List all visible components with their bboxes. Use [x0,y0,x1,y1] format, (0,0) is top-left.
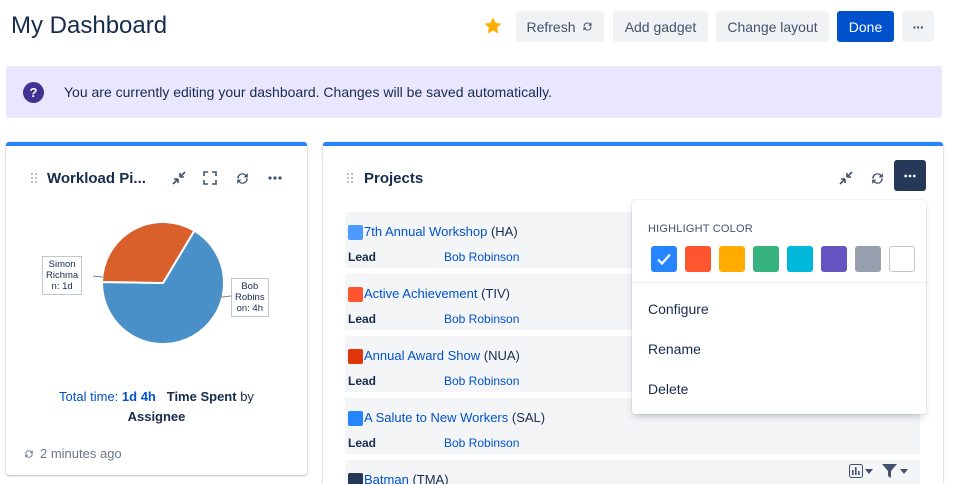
refresh-gadget-icon[interactable] [866,167,888,189]
last-updated-text: 2 minutes ago [40,446,122,461]
total-time-line: Total time: 1d 4h Time Spent by [6,389,307,404]
dropdown-divider [632,282,926,283]
project-key: (NUA) [483,348,520,363]
lead-label: Lead [348,436,377,450]
chevron-down-icon[interactable] [900,469,908,474]
lead-name-link[interactable]: Bob Robinson [444,374,519,388]
banner-text: You are currently editing your dashboard… [64,84,552,100]
checkmark-icon [657,253,671,266]
pie-label-line: Simon [48,259,76,270]
gadget-options-dropdown: HIGHLIGHT COLOR Configure Rename Delete [632,200,926,414]
drag-handle-icon[interactable] [347,173,353,183]
project-name-link[interactable]: Annual Award Show (NUA) [364,348,520,363]
time-spent-label: Time Spent [166,389,237,404]
color-swatch-teal[interactable] [787,246,813,272]
change-layout-button[interactable]: Change layout [716,11,829,42]
workload-pie-gadget: Workload Pi... Simon Richma n: 1d Bob Ro… [6,142,307,475]
projects-gadget-title: Projects [364,170,424,187]
project-avatar-icon [348,473,363,484]
lead-label: Lead [348,312,377,326]
project-key: (TIV) [481,286,510,301]
project-name[interactable]: Batman [364,472,409,484]
chart-icon[interactable] [849,464,863,478]
refresh-button[interactable]: Refresh [516,11,604,42]
refresh-icon [582,22,592,31]
lead-name-link[interactable]: Bob Robinson [444,312,519,326]
chevron-down-icon[interactable] [865,469,873,474]
editing-banner: ? You are currently editing your dashboa… [6,66,942,118]
gadget-more-button-active[interactable] [894,160,926,191]
add-gadget-button[interactable]: Add gadget [613,11,708,42]
project-avatar-icon [348,349,363,364]
pie-label-line: n: 1d [51,281,73,292]
project-key: (HA) [490,224,518,239]
highlight-color-heading: HIGHLIGHT COLOR [648,223,753,235]
project-name[interactable]: Annual Award Show [364,348,480,363]
lead-label: Lead [348,374,377,388]
menu-item-delete[interactable]: Delete [648,381,688,397]
project-key: (SAL) [511,410,546,425]
project-avatar-icon [348,411,363,426]
project-name-link[interactable]: 7th Annual Workshop (HA) [364,224,518,239]
pie-label-line: Richma [46,270,79,281]
pie-label-line: Bob [241,281,259,292]
refresh-button-label: Refresh [526,18,576,35]
project-key: (TMA) [412,472,449,484]
color-swatch-yellow[interactable] [719,246,745,272]
color-swatch-green[interactable] [753,246,779,272]
project-name-link[interactable]: A Salute to New Workers (SAL) [364,410,545,425]
minimize-icon[interactable] [835,167,857,189]
color-swatch-red[interactable] [685,246,711,272]
by-label: by [240,389,254,404]
pie-label-bob: Bob Robins on: 4h [231,278,269,317]
done-button[interactable]: Done [837,11,894,42]
project-name-link[interactable]: Active Achievement (TIV) [364,286,510,301]
project-name[interactable]: 7th Annual Workshop [364,224,487,239]
color-swatch-blue[interactable] [651,246,677,272]
lead-name-link[interactable]: Bob Robinson [444,436,519,450]
color-swatch-purple[interactable] [821,246,847,272]
total-time-label: Total time: [59,389,119,404]
pie-label-line: on: 4h [236,303,263,314]
lead-label: Lead [348,250,377,264]
pie-label-simon: Simon Richma n: 1d [42,256,83,295]
project-name[interactable]: A Salute to New Workers [364,410,508,425]
menu-item-rename[interactable]: Rename [648,341,701,357]
menu-item-configure[interactable]: Configure [648,301,709,317]
assignee-label: Assignee [127,409,186,424]
question-icon: ? [23,81,44,103]
project-avatar-icon [348,225,363,240]
pie-label-line: Robins [235,292,265,303]
page-title: My Dashboard [11,12,168,39]
last-updated: 2 minutes ago [23,446,122,461]
lead-name-link[interactable]: Bob Robinson [444,250,519,264]
project-name[interactable]: Active Achievement [364,286,477,301]
filter-icon[interactable] [882,464,897,478]
color-swatch-white[interactable] [889,246,915,272]
project-avatar-icon [348,287,363,302]
refresh-small-icon [25,449,33,458]
project-row[interactable]: Batman (TMA) [345,460,920,484]
star-icon[interactable] [483,16,503,36]
project-name-link[interactable]: Batman (TMA) [364,472,449,484]
color-swatch-gray[interactable] [855,246,881,272]
total-time-value: 1d 4h [121,389,156,404]
more-actions-button[interactable]: ··· [902,11,934,42]
